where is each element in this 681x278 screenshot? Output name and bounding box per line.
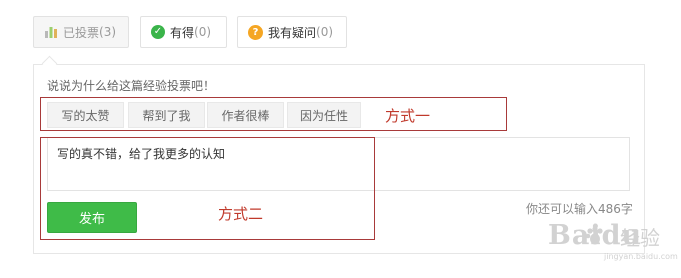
tab-voted-count: (3) [99, 25, 117, 39]
tab-question-label: 我有疑问 [268, 25, 317, 40]
annotation-box-method-one [40, 97, 507, 131]
annotation-box-method-two [40, 137, 375, 240]
tab-question[interactable]: ? 我有疑问 (0) [237, 16, 347, 48]
tab-helpful-count: (0) [194, 25, 212, 39]
annotation-label-method-two: 方式二 [218, 205, 264, 223]
tab-helpful-label: 有得 [170, 25, 195, 40]
tab-helpful[interactable]: ✓ 有得 (0) [140, 16, 227, 48]
check-circle-icon: ✓ [151, 25, 165, 39]
paw-icon [585, 226, 603, 245]
vote-prompt: 说说为什么给这篇经验投票吧！ [47, 79, 216, 93]
bar-chart-icon [44, 26, 58, 38]
tab-voted-label: 已投票 [63, 25, 100, 40]
baidu-watermark: Baidu 经验 jingyan.baidu.com [548, 216, 678, 266]
watermark-sub: jingyan.baidu.com [604, 252, 678, 261]
question-circle-icon: ? [248, 24, 263, 40]
watermark-cn: 经验 [620, 226, 660, 250]
annotation-label-method-one: 方式一 [385, 107, 431, 125]
remaining-char-count: 你还可以输入486字 [526, 202, 633, 216]
tab-voted[interactable]: 已投票 (3) [33, 16, 129, 48]
tab-question-count: (0) [316, 25, 334, 39]
